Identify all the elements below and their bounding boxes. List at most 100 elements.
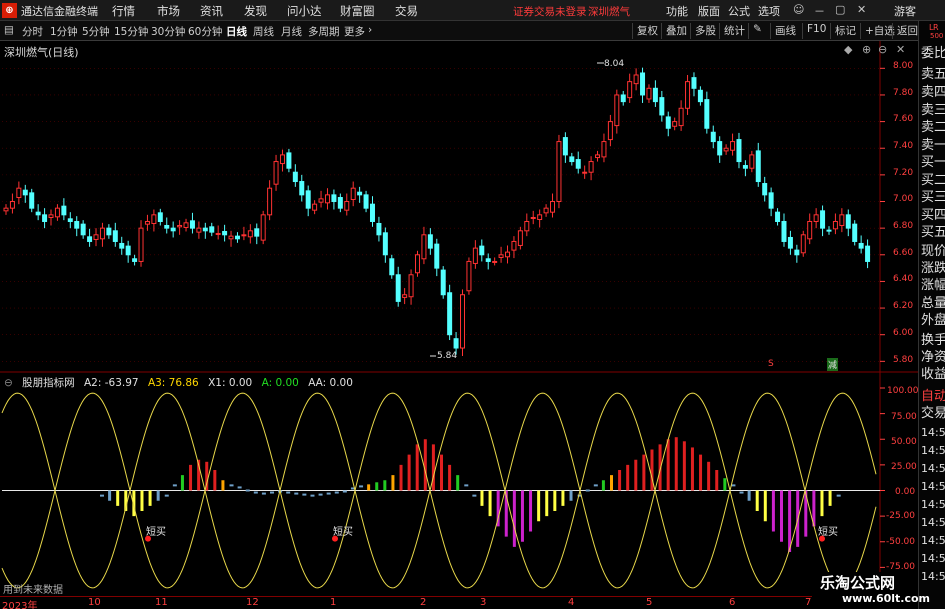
quote-row[interactable]: 卖二: [921, 120, 945, 136]
indicator-bar: [140, 490, 144, 511]
quote-row[interactable]: 涨跌: [921, 261, 945, 277]
price-tick: 6.40: [893, 274, 914, 284]
indicator-bar: [448, 464, 452, 491]
candle-body: [742, 165, 748, 169]
quote-row[interactable]: 现价: [921, 244, 945, 260]
quote-row[interactable]: 换手: [921, 333, 945, 349]
indicator-bar: [399, 464, 403, 491]
indicator-bar: [407, 454, 411, 491]
indicator-bar: [213, 470, 217, 491]
lr-bottom: R: [933, 23, 939, 32]
candle-body: [800, 234, 806, 254]
candle-body: [132, 258, 138, 262]
candle-body: [485, 258, 491, 262]
indicator-dot: [302, 493, 307, 496]
quote-row[interactable]: 卖五: [921, 67, 945, 83]
quote-row[interactable]: 外盘: [921, 313, 945, 329]
indicator-bar: [690, 447, 694, 491]
time-label: 4: [568, 597, 575, 608]
time-label: 10: [88, 597, 101, 608]
quote-row[interactable]: 收益: [921, 367, 945, 383]
quote-row[interactable]: 买五: [921, 225, 945, 241]
signal-label: 短买: [333, 527, 353, 538]
time-label: 1: [330, 597, 337, 608]
candle-body: [9, 201, 15, 209]
watermark: 乐淘公式网 www.60lt.com: [812, 572, 930, 609]
indicator-bar: [480, 490, 484, 506]
indicator-collapse-icon[interactable]: ⊖: [4, 377, 13, 389]
candle-body: [402, 294, 408, 298]
candle-body: [234, 235, 240, 240]
quote-row[interactable]: 买四: [921, 208, 945, 224]
indicator-bar: [545, 490, 549, 517]
candle-body: [601, 141, 607, 158]
candle-body: [736, 139, 742, 163]
indicator-dot: [172, 484, 177, 487]
chart-close-icon[interactable]: ✕: [896, 43, 905, 56]
quote-row[interactable]: 总量: [921, 296, 945, 312]
indicator-dot: [326, 492, 331, 495]
indicator-dot: [739, 491, 744, 494]
indicator-bar: [642, 454, 646, 491]
candle-body: [3, 207, 9, 212]
candle-body: [209, 226, 215, 233]
indicator-bar: [674, 437, 678, 491]
candle-body: [350, 187, 356, 201]
candle-body: [164, 224, 170, 229]
indicator-dot: [836, 494, 841, 497]
candle-body: [344, 201, 350, 211]
auto-label[interactable]: 自动: [921, 389, 945, 405]
candle-body: [427, 234, 433, 249]
indicator-bar: [439, 454, 443, 491]
indicator-dot: [334, 491, 339, 494]
candle-body: [376, 222, 382, 236]
indicator-bar: [221, 480, 225, 491]
candle-body: [42, 214, 48, 222]
quote-row[interactable]: 买三: [921, 190, 945, 206]
chart-settings-icon[interactable]: ◆: [844, 43, 852, 56]
ind-tick: -50.00: [886, 537, 916, 547]
indicator-bar: [512, 490, 516, 547]
indicator-name[interactable]: 股朋指标网: [22, 377, 75, 389]
candle-body: [588, 161, 594, 173]
quote-row[interactable]: 卖四: [921, 85, 945, 101]
indicator-dot: [100, 494, 104, 497]
time-row: 14:56: [921, 570, 945, 583]
indicator-bar: [375, 482, 379, 491]
candle-body: [672, 121, 678, 127]
time-row: 14:56: [921, 534, 945, 547]
candle-body: [421, 234, 427, 260]
quote-side-panel: L R 500 委比 卖五 卖四 卖三 卖二 卖一 买一 买二 买三 买四 买五…: [918, 21, 945, 609]
quote-row[interactable]: 买一: [921, 155, 945, 171]
price-tick: 7.40: [893, 141, 914, 151]
quote-row[interactable]: 委比: [921, 46, 945, 62]
indicator-bar: [618, 470, 622, 491]
candle-body: [99, 227, 105, 240]
chart-title: 深圳燃气(日线): [4, 46, 79, 59]
quote-row[interactable]: 净资: [921, 350, 945, 366]
indicator-bar: [666, 439, 670, 491]
candle-body: [826, 229, 832, 232]
signal-label: 短买: [146, 527, 166, 538]
time-label: 7: [805, 597, 812, 608]
candle-body: [87, 236, 93, 242]
candle-body: [633, 74, 639, 85]
quote-row[interactable]: 卖一: [921, 138, 945, 154]
candle-body: [48, 214, 54, 218]
indicator-bar: [456, 475, 460, 491]
candle-body: [832, 220, 838, 230]
quote-row[interactable]: 涨幅: [921, 278, 945, 294]
quote-row[interactable]: 卖三: [921, 103, 945, 119]
chart-zoom-out-icon[interactable]: ⊖: [878, 43, 887, 56]
candle-body: [820, 210, 826, 229]
candle-body: [749, 154, 755, 169]
quote-row[interactable]: 买二: [921, 173, 945, 189]
chart-zoom-icon[interactable]: ⊕: [862, 43, 871, 56]
candle-body: [228, 235, 234, 240]
chart-canvas[interactable]: [0, 0, 918, 609]
trade-label[interactable]: 交易: [921, 406, 945, 422]
indicator-bar: [553, 490, 557, 511]
candle-body: [678, 107, 684, 127]
candle-body: [260, 214, 266, 241]
candle-body: [665, 116, 671, 129]
